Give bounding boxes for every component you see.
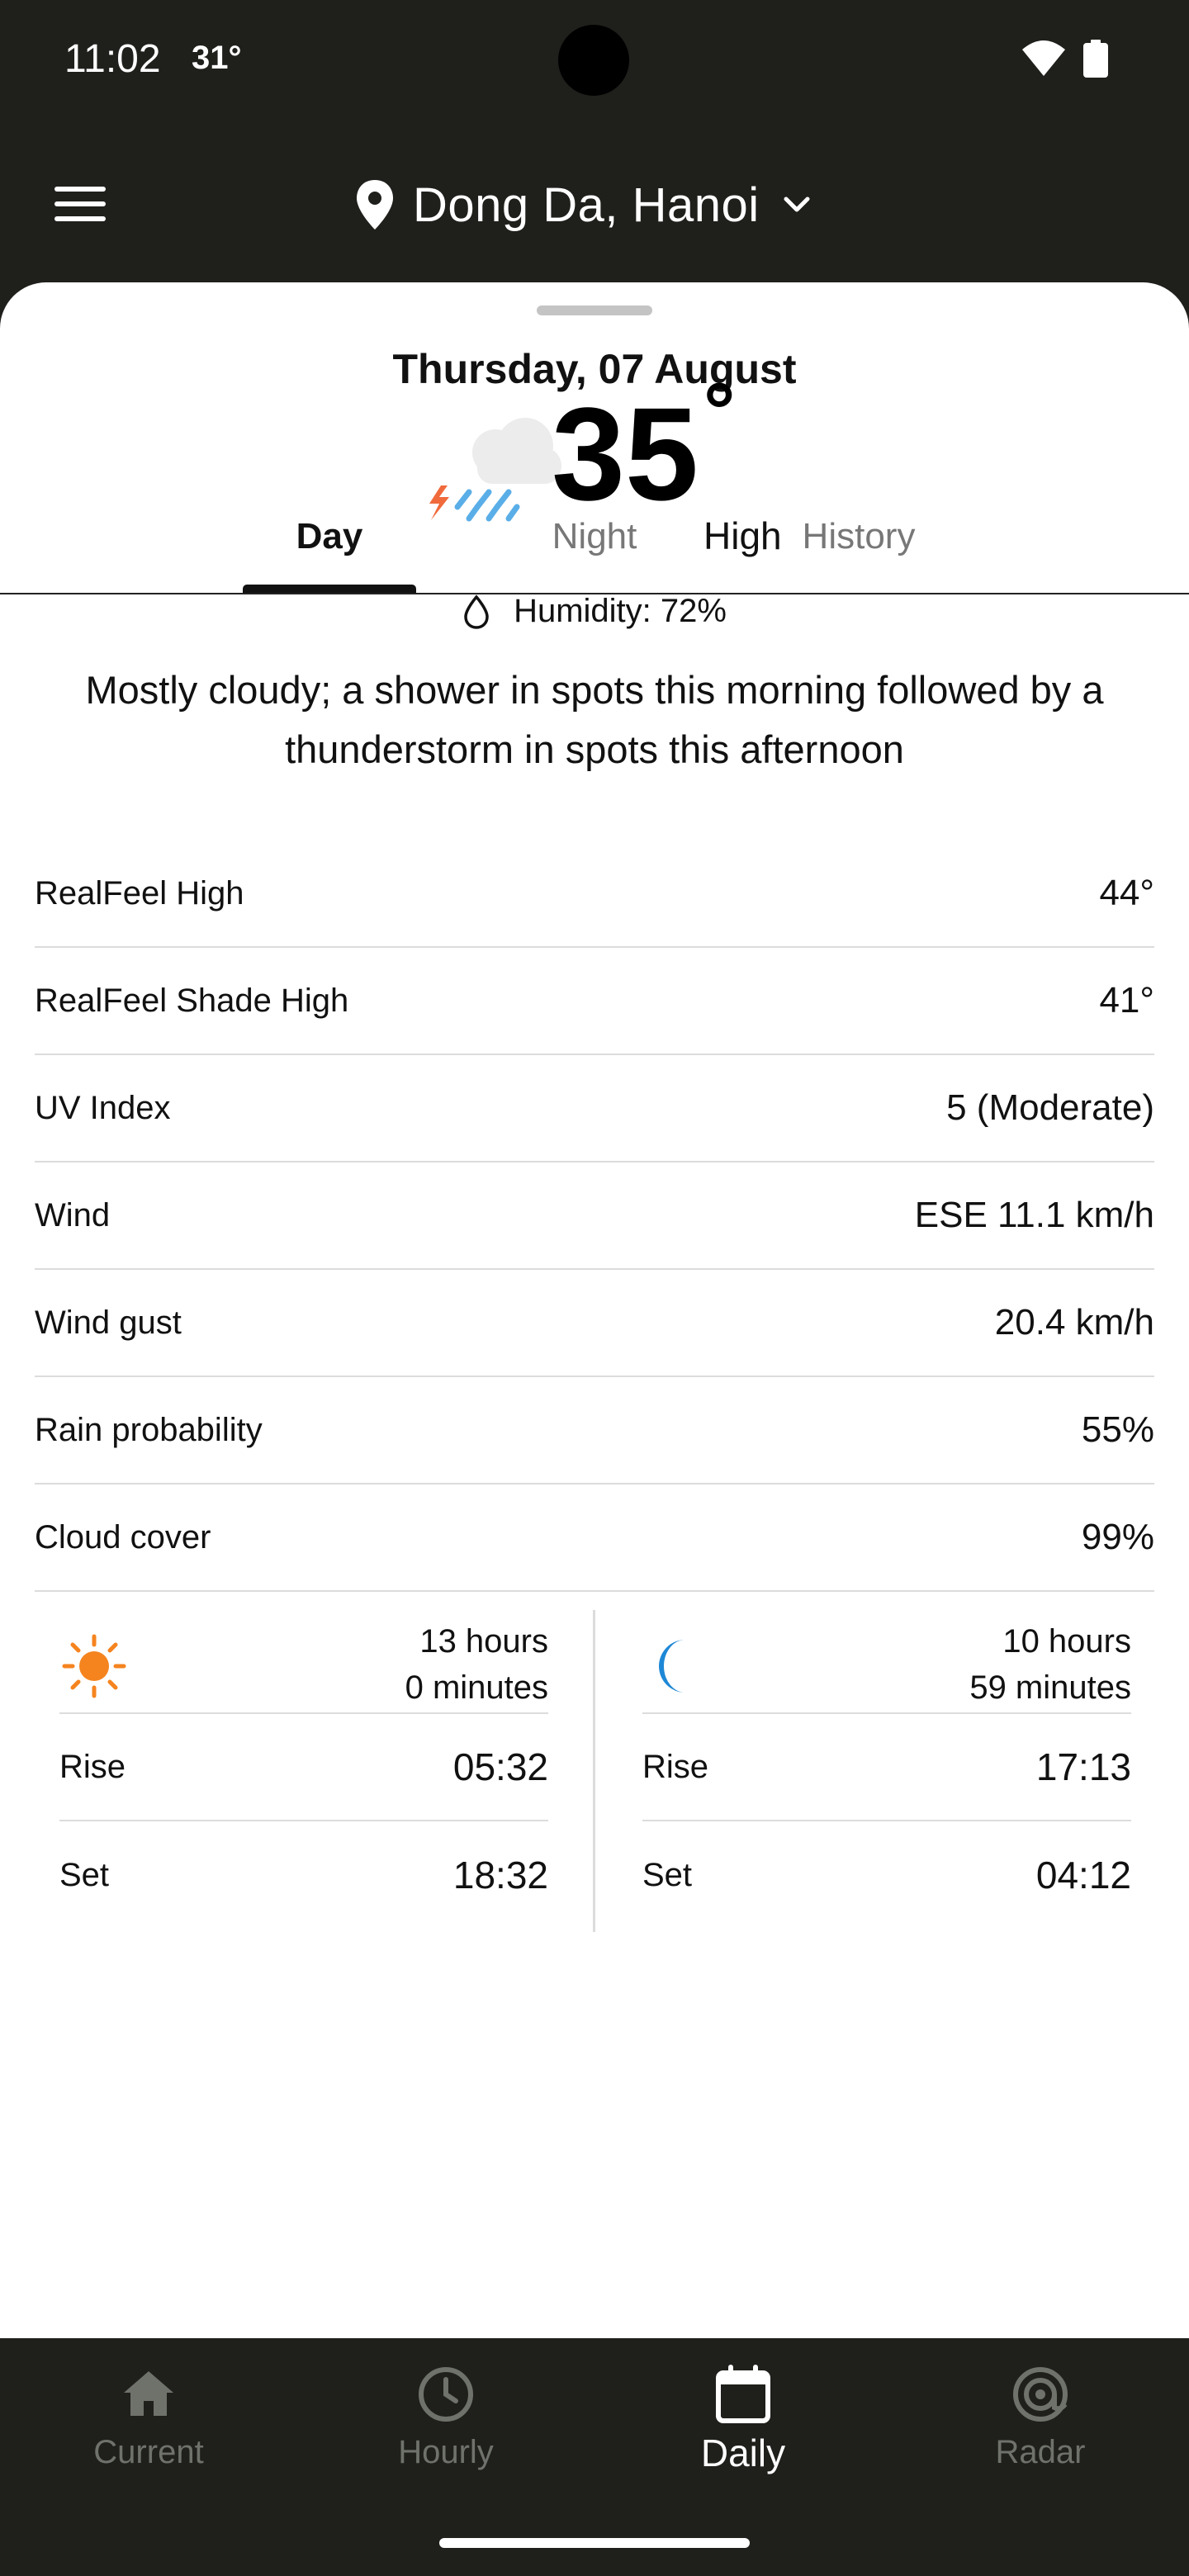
- detail-label: RealFeel Shade High: [35, 982, 349, 1019]
- astro-divider: [593, 1610, 595, 1932]
- weather-description: Mostly cloudy; a shower in spots this mo…: [85, 668, 1104, 771]
- detail-row-realfeel-high: RealFeel High 44°: [35, 841, 1154, 948]
- calendar-icon: [716, 2365, 770, 2423]
- chevron-down-icon: [784, 197, 810, 212]
- detail-list: RealFeel High 44° RealFeel Shade High 41…: [35, 841, 1154, 1592]
- moonrise-time: 17:13: [1035, 1745, 1131, 1788]
- sunrise-row: Rise 05:32: [59, 1714, 548, 1821]
- moon-duration: 10 hours 59 minutes: [969, 1618, 1131, 1711]
- wifi-icon: [1022, 40, 1065, 76]
- status-temperature: 31°: [192, 40, 242, 76]
- sunrise-label: Rise: [59, 1748, 126, 1785]
- detail-label: Wind: [35, 1196, 111, 1234]
- tab-day[interactable]: Day: [243, 481, 416, 593]
- sun-moon-section: 13 hours 0 minutes Rise 05:32 Set 18:32 …: [0, 1610, 1189, 1932]
- moonset-row: Set 04:12: [642, 1821, 1131, 1929]
- sun-duration-minutes: 0 minutes: [405, 1669, 548, 1706]
- home-icon: [124, 2371, 173, 2416]
- temperature-label: High: [703, 514, 782, 557]
- detail-label: Rain probability: [35, 1411, 263, 1448]
- detail-label: RealFeel High: [35, 874, 244, 912]
- detail-value: 20.4 km/h: [994, 1302, 1154, 1342]
- moonrise-label: Rise: [642, 1748, 709, 1785]
- humidity: Humidity: 72%: [0, 593, 1189, 630]
- location-pin-icon: [357, 180, 393, 230]
- detail-row-wind-gust: Wind gust 20.4 km/h: [35, 1270, 1154, 1377]
- moonset-time: 04:12: [1035, 1854, 1131, 1896]
- detail-row-rain-probability: Rain probability 55%: [35, 1377, 1154, 1485]
- sun-duration: 13 hours 0 minutes: [405, 1618, 548, 1711]
- menu-icon[interactable]: [53, 183, 107, 225]
- detail-value: 5 (Moderate): [946, 1087, 1154, 1128]
- app-header: Dong Da, Hanoi: [0, 124, 1189, 281]
- detail-label: Cloud cover: [35, 1518, 211, 1556]
- sun-icon: [62, 1634, 126, 1698]
- detail-value: ESE 11.1 km/h: [914, 1195, 1154, 1235]
- camera-cutout: [558, 25, 629, 96]
- detail-value: 55%: [1081, 1409, 1154, 1450]
- moon-duration-minutes: 59 minutes: [969, 1669, 1131, 1706]
- sunset-row: Set 18:32: [59, 1821, 548, 1929]
- nav-label: Current: [93, 2434, 204, 2470]
- nav-radar[interactable]: Radar: [892, 2338, 1189, 2507]
- drag-handle[interactable]: [537, 305, 652, 315]
- moonset-label: Set: [642, 1856, 693, 1893]
- sunset-time: 18:32: [452, 1854, 548, 1896]
- moon-panel: 10 hours 59 minutes Rise 17:13 Set 04:12: [642, 1610, 1131, 1929]
- tab-indicator: [243, 585, 416, 593]
- detail-label: Wind gust: [35, 1304, 182, 1341]
- battery-icon: [1083, 40, 1108, 78]
- detail-value: 44°: [1099, 873, 1154, 913]
- sunrise-time: 05:32: [452, 1745, 548, 1788]
- humidity-text: Humidity: 72%: [514, 593, 727, 629]
- detail-row-wind: Wind ESE 11.1 km/h: [35, 1163, 1154, 1270]
- nav-label: Hourly: [398, 2434, 494, 2470]
- sun-header: 13 hours 0 minutes: [59, 1610, 548, 1714]
- location-selector[interactable]: Dong Da, Hanoi: [353, 172, 817, 238]
- water-drop-icon: [464, 594, 489, 629]
- moon-icon: [659, 1640, 685, 1693]
- detail-label: UV Index: [35, 1089, 171, 1126]
- clock-icon: [419, 2367, 473, 2422]
- detail-value: 99%: [1081, 1517, 1154, 1557]
- moonrise-row: Rise 17:13: [642, 1714, 1131, 1821]
- detail-value: 41°: [1099, 980, 1154, 1020]
- nav-hourly[interactable]: Hourly: [297, 2338, 594, 2507]
- detail-row-uv-index: UV Index 5 (Moderate): [35, 1055, 1154, 1163]
- location-name: Dong Da, Hanoi: [413, 178, 760, 232]
- moon-header: 10 hours 59 minutes: [642, 1610, 1131, 1714]
- nav-label: Daily: [700, 2432, 786, 2474]
- sunset-label: Set: [59, 1856, 110, 1893]
- home-indicator[interactable]: [439, 2538, 750, 2548]
- cloud-thunderstorm-rain-icon: [429, 418, 561, 522]
- status-time: 11:02: [64, 37, 161, 81]
- nav-label: Radar: [995, 2434, 1086, 2470]
- bottom-navigation: Current Hourly Daily Radar: [0, 2338, 1189, 2507]
- radar-icon: [1013, 2367, 1068, 2422]
- nav-daily[interactable]: Daily: [594, 2338, 892, 2507]
- status-bar: 11:02 31°: [0, 0, 1189, 124]
- temperature-value: 35: [552, 380, 699, 528]
- detail-row-realfeel-shade: RealFeel Shade High 41°: [35, 948, 1154, 1055]
- nav-current[interactable]: Current: [0, 2338, 297, 2507]
- detail-row-cloud-cover: Cloud cover 99%: [35, 1485, 1154, 1592]
- tab-history[interactable]: History: [768, 481, 950, 593]
- degree-symbol: °: [703, 367, 736, 455]
- sun-duration-hours: 13 hours: [419, 1623, 548, 1660]
- sun-panel: 13 hours 0 minutes Rise 05:32 Set 18:32: [59, 1610, 548, 1929]
- moon-duration-hours: 10 hours: [1002, 1623, 1131, 1660]
